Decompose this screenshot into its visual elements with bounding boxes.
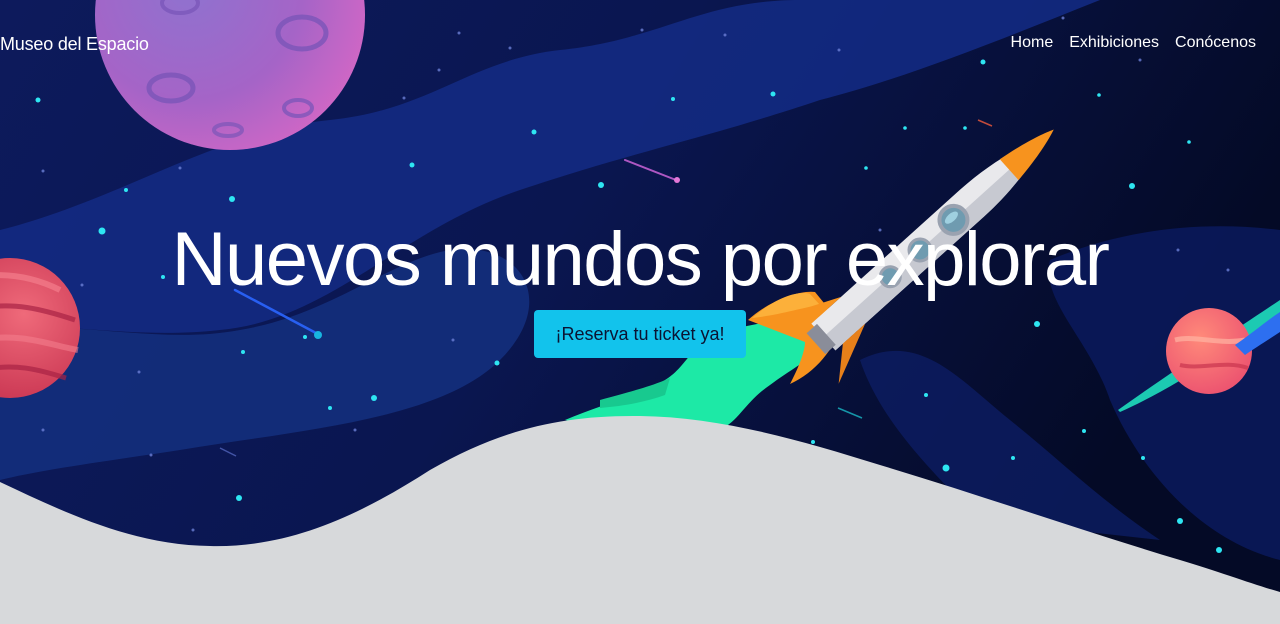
brand-logo-link[interactable]: Museo del Espacio (0, 34, 149, 55)
navbar: Museo del Espacio Home Exhibiciones Conó… (0, 0, 1280, 90)
nav-link-exhibiciones[interactable]: Exhibiciones (1069, 34, 1159, 52)
reserve-ticket-button[interactable]: ¡Reserva tu ticket ya! (534, 310, 746, 358)
hero-section: Museo del Espacio Home Exhibiciones Conó… (0, 0, 1280, 624)
nav-links: Home Exhibiciones Conócenos (1011, 34, 1256, 52)
nav-link-home[interactable]: Home (1011, 34, 1054, 52)
hero-headline: Nuevos mundos por explorar (171, 217, 1110, 302)
nav-link-conocenos[interactable]: Conócenos (1175, 34, 1256, 52)
